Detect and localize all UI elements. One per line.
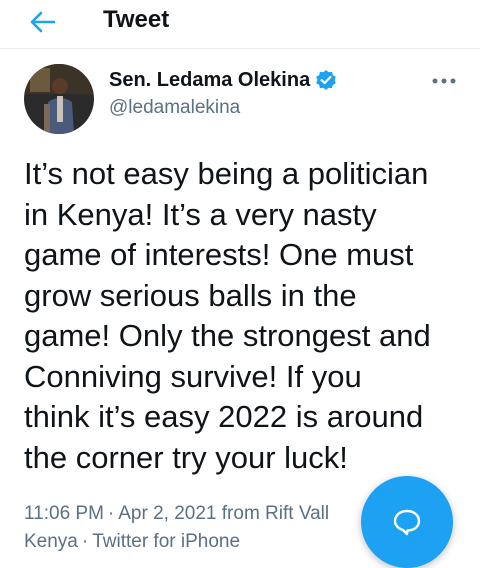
tweet-date[interactable]: Apr 2, 2021 (118, 503, 216, 524)
author-handle: @ledamalekina (109, 97, 241, 118)
tweet-source[interactable]: Twitter for iPhone (92, 531, 240, 552)
tweet-time[interactable]: 11:06 PM (24, 503, 104, 524)
arrow-left-icon (30, 11, 56, 33)
meta-separator: · (81, 531, 89, 552)
avatar[interactable] (24, 64, 94, 134)
top-bar: Tweet (0, 0, 480, 48)
author-name-row: Sen. Ledama Olekina (109, 66, 337, 94)
reply-fab-button[interactable] (361, 476, 453, 568)
tweet-text: It’s not easy being a politician in Keny… (24, 156, 431, 475)
tweet-location[interactable]: from Rift Vall (222, 503, 329, 524)
author-display-name: Sen. Ledama Olekina (109, 69, 311, 91)
meta-separator: · (107, 503, 115, 524)
verified-badge-icon (316, 70, 337, 90)
more-dots-icon (432, 78, 456, 84)
back-button[interactable] (26, 6, 60, 38)
header-divider (0, 48, 480, 49)
reply-bubble-icon (393, 509, 421, 536)
more-options-button[interactable] (430, 70, 458, 92)
page-title: Tweet (103, 6, 170, 33)
tweet-location-country[interactable]: Kenya (24, 531, 78, 552)
author-block[interactable]: Sen. Ledama Olekina @ledamalekina (109, 66, 337, 122)
